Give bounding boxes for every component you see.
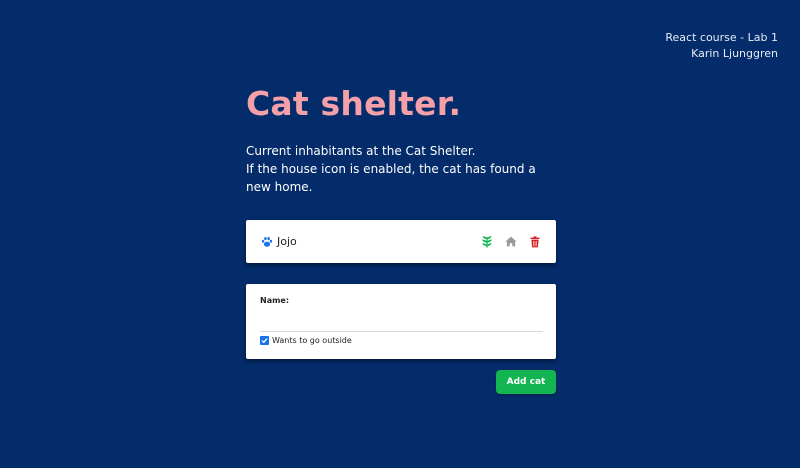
trash-icon[interactable] bbox=[528, 235, 542, 249]
plant-icon[interactable] bbox=[480, 235, 494, 249]
outside-checkbox[interactable] bbox=[260, 336, 269, 345]
name-label: Name: bbox=[260, 296, 290, 305]
cat-name-wrap: Jojo bbox=[261, 235, 470, 248]
intro-text: Current inhabitants at the Cat Shelter. … bbox=[246, 142, 546, 196]
house-icon[interactable] bbox=[504, 235, 518, 249]
author-name: Karin Ljunggren bbox=[691, 47, 778, 60]
credits: React course - Lab 1 Karin Ljunggren bbox=[665, 30, 778, 62]
intro-line-2: If the house icon is enabled, the cat ha… bbox=[246, 162, 536, 194]
intro-line-1: Current inhabitants at the Cat Shelter. bbox=[246, 144, 476, 158]
cat-list-item: Jojo bbox=[246, 220, 556, 263]
add-cat-button[interactable]: Add cat bbox=[496, 370, 556, 394]
course-label: React course - Lab 1 bbox=[665, 31, 778, 44]
paw-icon bbox=[261, 236, 273, 248]
cat-actions bbox=[470, 235, 542, 249]
outside-checkbox-label: Wants to go outside bbox=[272, 336, 352, 345]
cat-name: Jojo bbox=[277, 235, 297, 248]
name-input[interactable] bbox=[260, 309, 543, 332]
main-content: Cat shelter. Current inhabitants at the … bbox=[246, 80, 556, 394]
add-cat-form: Name: Wants to go outside bbox=[246, 284, 556, 359]
page-title: Cat shelter. bbox=[246, 84, 462, 123]
outside-checkbox-row: Wants to go outside bbox=[260, 336, 543, 345]
